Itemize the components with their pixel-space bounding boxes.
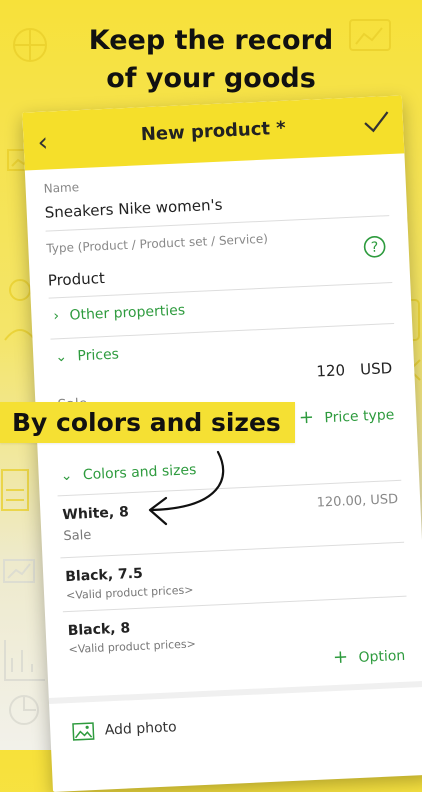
headline: Keep the record of your goods [0, 22, 422, 98]
plus-icon: + [298, 406, 315, 429]
image-icon [72, 722, 95, 741]
headline-line-2: of your goods [106, 63, 316, 94]
chevron-down-icon: ⌄ [54, 348, 68, 366]
other-properties-label: Other properties [69, 302, 186, 324]
colors-sizes-section[interactable]: ⌄ Colors and sizes [60, 452, 418, 484]
plus-icon: + [332, 646, 349, 669]
price-type-label: Price type [324, 407, 395, 427]
price-value: 120 [316, 361, 346, 381]
curved-arrow-icon [148, 450, 225, 526]
prices-label: Prices [77, 346, 120, 365]
option-label: Option [358, 647, 406, 666]
type-field[interactable]: Type (Product / Product set / Service) P… [46, 225, 410, 290]
name-field[interactable]: Name Sneakers Nike women's [43, 165, 406, 222]
other-properties-section[interactable]: › Other properties [53, 292, 411, 324]
chevron-down-icon: ⌄ [60, 467, 73, 485]
feature-banner: By colors and sizes [0, 402, 295, 443]
option-button[interactable]: + Option [332, 644, 405, 668]
svg-text:?: ? [371, 240, 379, 256]
price-type-button[interactable]: + Price type [298, 403, 395, 429]
price-currency: USD [359, 359, 393, 379]
variant-row[interactable]: Black, 7.5 <Valid product prices> [65, 553, 422, 602]
type-label: Type (Product / Product set / Service) [46, 231, 269, 256]
phone-card: ‹ New product * Name Sneakers Nike women… [22, 95, 422, 792]
chevron-right-icon: › [53, 308, 60, 325]
headline-line-1: Keep the record [88, 25, 334, 56]
price-value-row[interactable]: 120 USD [316, 358, 393, 380]
add-photo-button[interactable]: Add photo [72, 707, 422, 741]
check-icon[interactable] [360, 106, 391, 137]
screen-title: New product * [140, 117, 287, 146]
add-photo-label: Add photo [104, 719, 177, 739]
help-icon[interactable]: ? [362, 234, 387, 259]
